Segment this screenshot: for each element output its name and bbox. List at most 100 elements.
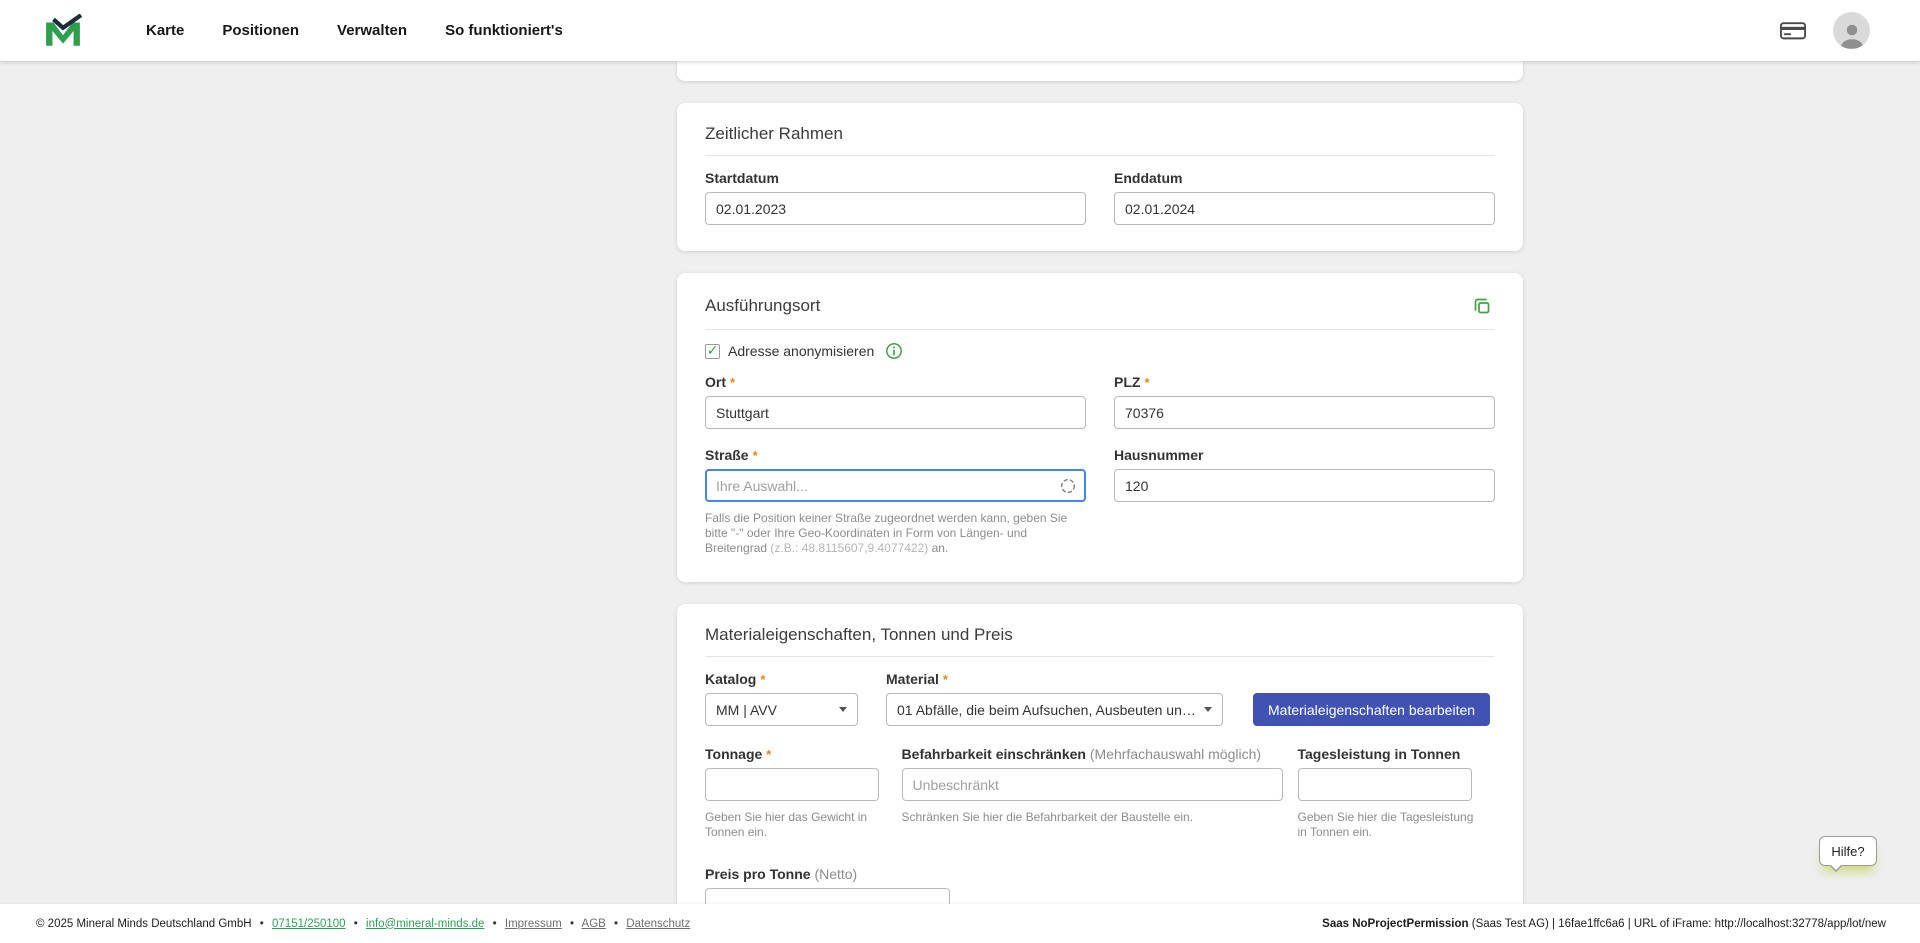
plz-input[interactable] [1114,396,1495,429]
footer-email-link[interactable]: info@mineral-minds.de [366,918,484,930]
befahrbarkeit-label-text: Befahrbarkeit einschränken [902,746,1086,762]
ort-field: Ort * [705,374,1086,429]
credit-card-button[interactable] [1777,18,1809,43]
footer-agb-link[interactable]: AGB [582,918,606,930]
user-avatar-icon [1837,21,1867,49]
enddatum-field: Enddatum [1114,170,1495,225]
chevron-down-icon [839,707,847,712]
startdatum-input[interactable] [705,192,1086,225]
ort-label: Ort * [705,374,1086,391]
divider [705,155,1495,156]
navbar-right-actions [1777,12,1870,49]
credit-card-icon [1779,20,1807,41]
enddatum-label: Enddatum [1114,170,1495,187]
anonymize-info-button[interactable] [885,342,903,360]
plz-field: PLZ* [1114,374,1495,429]
nav-item-so-funktionierts[interactable]: So funktioniert's [445,22,563,39]
tagesleistung-field: Tagesleistung in Tonnen Geben Sie hier d… [1298,746,1496,840]
material-edit-wrap: Materialeigenschaften bearbeiten [1253,693,1490,726]
nav-item-verwalten[interactable]: Verwalten [337,22,407,39]
preis-label-text: Preis pro Tonne [705,866,811,882]
top-navbar: Karte Positionen Verwalten So funktionie… [0,0,1920,61]
card-zeitlicher-rahmen: Zeitlicher Rahmen Startdatum Enddatum [677,103,1523,251]
material-label-text: Material [886,671,939,687]
ort-input[interactable] [705,396,1086,429]
anonymize-row: ✓ Adresse anonymisieren [705,342,1495,360]
separator-dot: • [614,918,618,930]
card-title-ausfuehrungsort: Ausführungsort [705,295,820,317]
strasse-field: Straße * Falls die Position keiner Straße… [705,447,1086,556]
ausfuehrungsort-header: Ausführungsort [705,293,1495,319]
card-title-materialeigenschaften: Materialeigenschaften, Tonnen und Preis [705,624,1495,646]
preis-label-suffix: (Netto) [814,866,857,882]
separator-dot: • [570,918,574,930]
anonymize-label: Adresse anonymisieren [728,343,874,359]
strasse-input[interactable] [705,469,1086,502]
tonnage-input[interactable] [705,768,879,801]
tagesleistung-helper-text: Geben Sie hier die Tagesleistung in Tonn… [1298,810,1476,840]
divider [705,329,1495,330]
chevron-down-icon [1204,707,1212,712]
materialeigenschaften-bearbeiten-button[interactable]: Materialeigenschaften bearbeiten [1253,693,1490,726]
material-select[interactable]: 01 Abfälle, die beim Aufsuchen, Ausbeute… [886,693,1223,726]
footer-left: © 2025 Mineral Minds Deutschland GmbH • … [36,918,690,930]
strasse-helper-suffix: an. [928,541,948,555]
required-asterisk: * [943,672,948,687]
footer: © 2025 Mineral Minds Deutschland GmbH • … [0,904,1920,943]
footer-phone-link[interactable]: 07151/250100 [272,918,346,930]
user-avatar-button[interactable] [1833,12,1870,49]
checkmark-icon: ✓ [707,343,719,357]
material-select-row: Katalog * MM | AVV Material * 01 Abfälle, … [705,671,1495,726]
card-title-zeitlicher-rahmen: Zeitlicher Rahmen [705,123,1495,145]
tagesleistung-input[interactable] [1298,768,1472,801]
strasse-helper-text: Falls die Position keiner Straße zugeord… [705,511,1086,556]
hausnummer-input[interactable] [1114,469,1495,502]
main-content: Zeitlicher Rahmen Startdatum Enddatum [0,61,1920,904]
copy-icon [1471,295,1493,317]
katalog-label: Katalog * [705,671,858,688]
befahrbarkeit-input[interactable] [902,768,1283,801]
card-ausfuehrungsort: Ausführungsort ✓ Adresse anonymisieren [677,273,1523,582]
footer-impressum-link[interactable]: Impressum [505,918,562,930]
befahrbarkeit-helper-text: Schränken Sie hier die Befahrbarkeit der… [902,810,1298,825]
startdatum-label: Startdatum [705,170,1086,187]
copy-address-button[interactable] [1469,293,1495,319]
required-asterisk: * [730,375,735,390]
katalog-field: Katalog * MM | AVV [705,671,858,726]
enddatum-label-text: Enddatum [1114,170,1182,186]
tonnage-helper-text: Geben Sie hier das Gewicht in Tonnen ein… [705,810,902,840]
tagesleistung-label: Tagesleistung in Tonnen [1298,746,1496,763]
preis-input[interactable] [705,888,950,904]
befahrbarkeit-label-suffix: (Mehrfachauswahl möglich) [1090,746,1261,762]
required-asterisk: * [1144,375,1149,390]
plz-label: PLZ* [1114,374,1495,391]
lot-form-column: Zeitlicher Rahmen Startdatum Enddatum [677,61,1523,904]
divider [705,656,1495,657]
katalog-label-text: Katalog [705,671,756,687]
material-select-value: 01 Abfälle, die beim Aufsuchen, Ausbeute… [897,702,1196,718]
required-asterisk: * [760,672,765,687]
saas-permission-label: Saas NoProjectPermission [1322,918,1468,930]
mineral-minds-logo[interactable] [44,14,82,48]
help-button[interactable]: Hilfe? [1819,836,1877,866]
ort-label-text: Ort [705,374,726,390]
footer-datenschutz-link[interactable]: Datenschutz [626,918,690,930]
nav-item-positionen[interactable]: Positionen [222,22,299,39]
strasse-input-wrap [705,469,1086,502]
footer-copyright: © 2025 Mineral Minds Deutschland GmbH [36,918,252,930]
anonymize-checkbox[interactable]: ✓ [705,344,720,359]
enddatum-input[interactable] [1114,192,1495,225]
strasse-label: Straße * [705,447,1086,464]
footer-status: Saas NoProjectPermission (Saas Test AG) … [1322,918,1886,930]
logo-icon [44,14,82,48]
tonnage-label-text: Tonnage [705,746,762,762]
iframe-url-info: (Saas Test AG) | 16fae1ffc6a6 | URL of i… [1469,918,1886,930]
material-label: Material * [886,671,1223,688]
katalog-select[interactable]: MM | AVV [705,693,858,726]
required-asterisk: * [753,448,758,463]
card-materialeigenschaften: Materialeigenschaften, Tonnen und Preis … [677,604,1523,904]
separator-dot: • [354,918,358,930]
strasse-label-text: Straße [705,447,749,463]
nav-item-karte[interactable]: Karte [146,22,184,39]
previous-card-partial [677,61,1523,81]
